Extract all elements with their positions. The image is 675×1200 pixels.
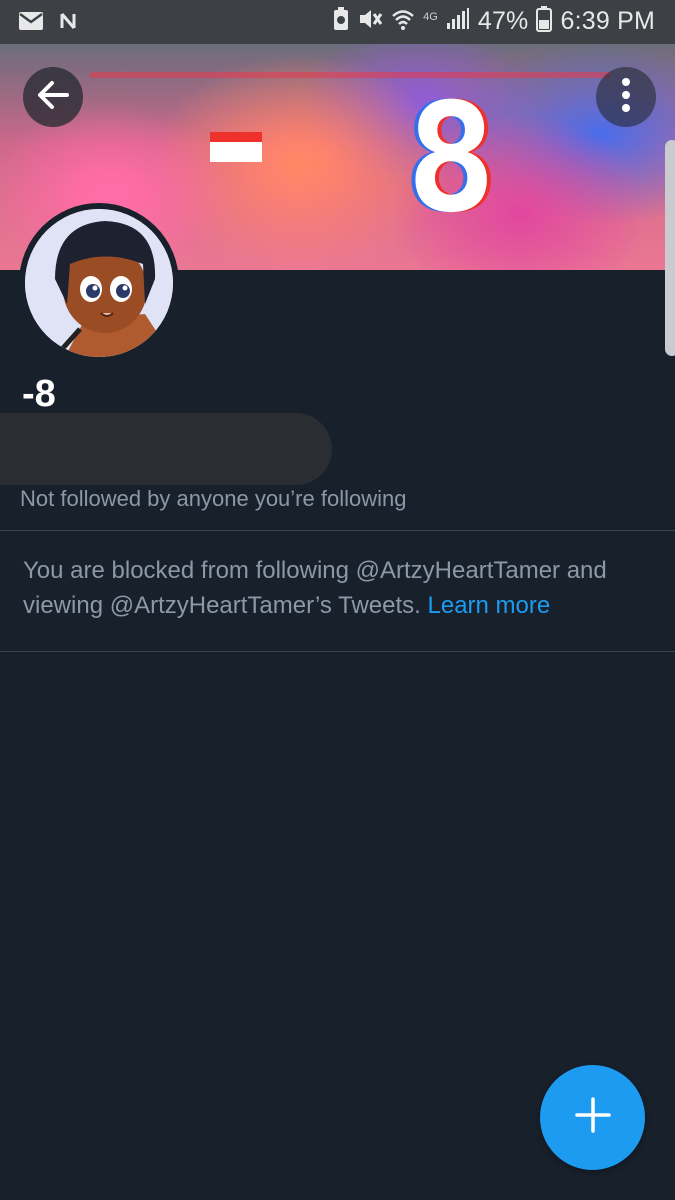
signal-icon xyxy=(446,7,470,36)
redacted-handle xyxy=(0,413,332,485)
back-button[interactable] xyxy=(23,67,83,127)
plus-icon xyxy=(574,1097,611,1138)
status-bar: 4G 47% 6:39 PM xyxy=(0,0,675,44)
wifi-icon xyxy=(391,7,415,36)
divider xyxy=(0,651,675,652)
mail-icon xyxy=(18,11,44,36)
battery-percent: 47% xyxy=(477,7,529,35)
avatar-image xyxy=(25,209,173,357)
learn-more-link[interactable]: Learn more xyxy=(428,592,551,619)
battery-icon xyxy=(536,6,553,37)
avatar[interactable] xyxy=(19,203,179,363)
followers-you-know-note: Not followed by anyone you’re following xyxy=(20,486,407,511)
banner-score-digit: 8 xyxy=(406,72,497,246)
blocked-notice: You are blocked from following @ArtzyHea… xyxy=(23,553,663,623)
more-options-button[interactable] xyxy=(596,67,656,127)
nfc-icon xyxy=(58,10,80,37)
network-type: 4G xyxy=(423,10,438,23)
clock: 6:39 PM xyxy=(560,7,655,35)
display-name: -8 xyxy=(22,373,56,415)
arrow-left-icon xyxy=(36,80,70,115)
scrollbar-thumb[interactable] xyxy=(665,140,675,356)
divider xyxy=(0,530,675,531)
vibrate-mute-icon xyxy=(357,7,383,36)
battery-saver-icon xyxy=(333,7,349,36)
banner-dash xyxy=(210,132,262,162)
more-vertical-icon xyxy=(621,77,631,118)
banner-graphic-frame xyxy=(90,72,610,228)
compose-tweet-button[interactable] xyxy=(540,1065,645,1170)
